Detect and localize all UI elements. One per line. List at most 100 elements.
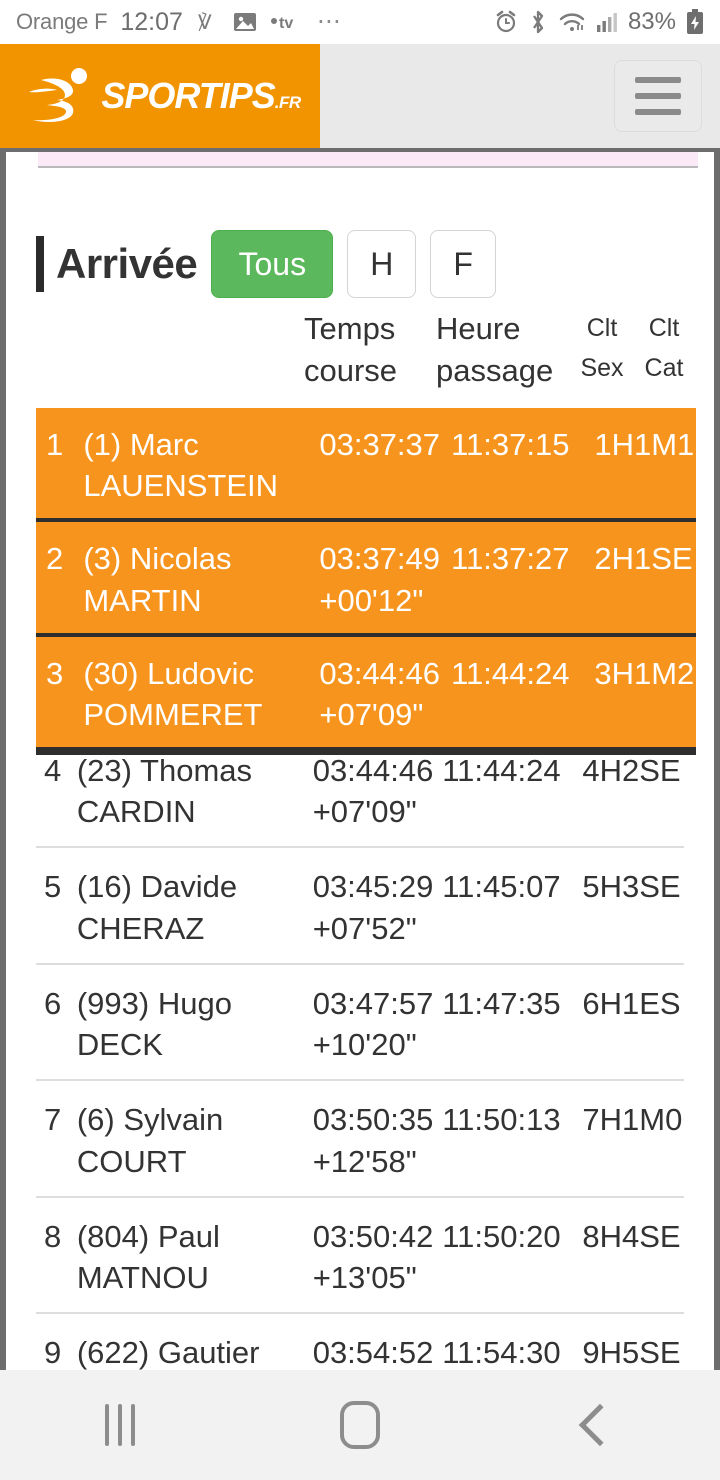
row-rank: 7 — [44, 1102, 62, 1138]
row-temps-value: 03:50:42 — [312, 1218, 434, 1254]
row-name-line2: LAUENSTEIN — [83, 468, 279, 504]
row-name-line1: (30) Ludovic — [83, 655, 254, 691]
row-gap-value: +13'05" — [312, 1259, 417, 1295]
row-name-line2: MATNOU — [76, 1259, 209, 1295]
row-clt-sex: 2H — [594, 541, 634, 577]
screen: Orange F 12:07 ℣ tv ⋯ 83% SPORTIPS.FR Ar… — [0, 0, 720, 1480]
back-icon — [578, 1403, 622, 1447]
burger-line-2 — [635, 93, 681, 99]
table-row[interactable]: 9 (622) Gautier AIRIAU 03:54:52 +17'15" … — [36, 1312, 684, 1370]
row-passage: 11:50:13 — [442, 1102, 561, 1138]
row-temps: 03:50:42 +13'05" — [313, 1216, 443, 1298]
table-row[interactable]: 8 (804) Paul MATNOU 03:50:42 +13'05" 11:… — [36, 1195, 684, 1312]
row-clt-cat: 1ES — [622, 985, 681, 1021]
home-button[interactable] — [280, 1370, 440, 1480]
row-passage: 11:37:15 — [451, 427, 570, 462]
header-cltcat-l2: Cat — [644, 354, 684, 382]
battery-charging-icon — [686, 9, 704, 35]
back-button[interactable] — [520, 1370, 680, 1480]
row-passage: 11:54:30 — [442, 1335, 561, 1370]
row-rank: 8 — [44, 1218, 62, 1254]
row-clt-cat: 2SE — [622, 753, 681, 788]
row-gap-value: +10'20" — [312, 1027, 417, 1063]
row-gap-value: +12'58" — [312, 1143, 417, 1179]
row-passage: 11:45:07 — [442, 869, 561, 905]
carrier-label: Orange F — [16, 9, 108, 34]
table-row[interactable]: 1 (1) Marc LAUENSTEIN 03:37:37 11:37:15 … — [36, 408, 696, 523]
row-passage: 11:44:24 — [442, 753, 561, 788]
row-passage: 11:44:24 — [451, 655, 570, 691]
android-nav-bar — [0, 1370, 720, 1480]
recents-icon — [105, 1404, 135, 1446]
table-row[interactable]: 2 (3) Nicolas MARTIN 03:37:49 +00'12" 11… — [36, 522, 696, 637]
table-row[interactable]: 4 (23) Thomas CARDIN 03:44:46 +07'09" 11… — [36, 732, 684, 846]
hamburger-menu-icon[interactable] — [614, 60, 702, 132]
row-clt-cat: 1M1 — [633, 427, 695, 462]
row-clt-cat: 1SE — [633, 541, 693, 577]
browser-viewport: Arrivée Tous H F Temps course Heure pass… — [0, 148, 720, 1370]
title-accent-bar — [36, 236, 44, 292]
header-heure-l2: passage — [436, 352, 554, 388]
row-temps: 03:37:49 +00'12" — [319, 538, 451, 620]
row-temps: 03:54:52 +17'15" — [313, 1332, 443, 1370]
row-name-line2: POMMERET — [83, 697, 263, 733]
image-icon — [233, 11, 257, 33]
filter-button-h[interactable]: H — [347, 230, 417, 298]
results-page: Arrivée Tous H F Temps course Heure pass… — [6, 152, 714, 1370]
header-cltsex-l2: Sex — [580, 354, 624, 382]
row-temps-value: 03:45:29 — [312, 869, 434, 905]
row-temps-value: 03:50:35 — [312, 1102, 434, 1138]
page-title: Arrivée — [56, 240, 198, 287]
row-name-line2: MARTIN — [83, 582, 202, 618]
table-row[interactable]: 3 (30) Ludovic POMMERET 03:44:46 +07'09"… — [36, 637, 696, 747]
top-banner-strip — [38, 152, 698, 166]
status-bar-left: Orange F 12:07 ℣ tv ⋯ — [16, 8, 494, 37]
row-clt-sex: 9H — [582, 1335, 622, 1370]
table-row[interactable]: 7 (6) Sylvain COURT 03:50:35 +12'58" 11:… — [36, 1079, 684, 1195]
row-temps-value: 03:44:46 — [319, 655, 441, 691]
row-name-line1: (16) Davide — [76, 869, 238, 905]
site-logo[interactable]: SPORTIPS.FR — [0, 44, 320, 148]
row-rank: 3 — [46, 655, 64, 691]
filter-f-label: F — [453, 245, 473, 282]
recents-button[interactable] — [40, 1370, 200, 1480]
row-gap-value: +07'52" — [312, 910, 417, 946]
row-clt-sex: 6H — [582, 985, 622, 1021]
runner-logo-icon — [27, 64, 99, 128]
table-row[interactable]: 6 (993) Hugo DECK 03:47:57 +10'20" 11:47… — [36, 962, 684, 1079]
status-bar-right: 83% — [494, 8, 704, 36]
header-temps-course: Temps course — [304, 308, 436, 392]
row-name: (6) Sylvain COURT — [77, 1099, 313, 1181]
row-clt-cat: 3SE — [622, 869, 681, 905]
banner-divider — [38, 166, 698, 168]
row-temps: 03:37:37 — [319, 424, 451, 465]
row-rank: 2 — [46, 541, 64, 577]
row-temps-value: 03:37:49 — [319, 541, 441, 577]
status-clock: 12:07 — [120, 7, 183, 36]
row-rank: 9 — [44, 1335, 62, 1370]
row-name: (622) Gautier AIRIAU — [77, 1332, 313, 1370]
logo-name: SPORTIPS — [101, 75, 275, 116]
row-gap-value: +00'12" — [319, 582, 424, 618]
logo-wordmark: SPORTIPS.FR — [101, 75, 301, 116]
row-name-line1: (23) Thomas — [76, 753, 253, 788]
svg-text:tv: tv — [279, 15, 293, 32]
row-passage: 11:37:27 — [451, 541, 570, 577]
filter-tous-label: Tous — [238, 245, 307, 282]
home-icon — [340, 1401, 380, 1449]
row-clt-sex: 8H — [582, 1218, 622, 1254]
row-name: (30) Ludovic POMMERET — [83, 653, 319, 735]
wifi-icon — [558, 10, 586, 34]
table-row[interactable]: 5 (16) Davide CHERAZ 03:45:29 +07'52" 11… — [36, 846, 684, 962]
filter-button-f[interactable]: F — [430, 230, 496, 298]
row-clt-cat: 1M2 — [633, 655, 695, 691]
row-name-line2: CARDIN — [76, 794, 196, 830]
burger-line-3 — [635, 109, 681, 115]
row-rank: 5 — [44, 869, 62, 905]
header-heure-passage: Heure passage — [436, 308, 572, 392]
filter-button-tous[interactable]: Tous — [211, 230, 334, 298]
more-dots-icon: ⋯ — [316, 8, 343, 35]
row-temps: 03:45:29 +07'52" — [313, 866, 443, 948]
android-status-bar: Orange F 12:07 ℣ tv ⋯ 83% — [0, 0, 720, 44]
results-list: 4 (23) Thomas CARDIN 03:44:46 +07'09" 11… — [6, 732, 714, 1370]
